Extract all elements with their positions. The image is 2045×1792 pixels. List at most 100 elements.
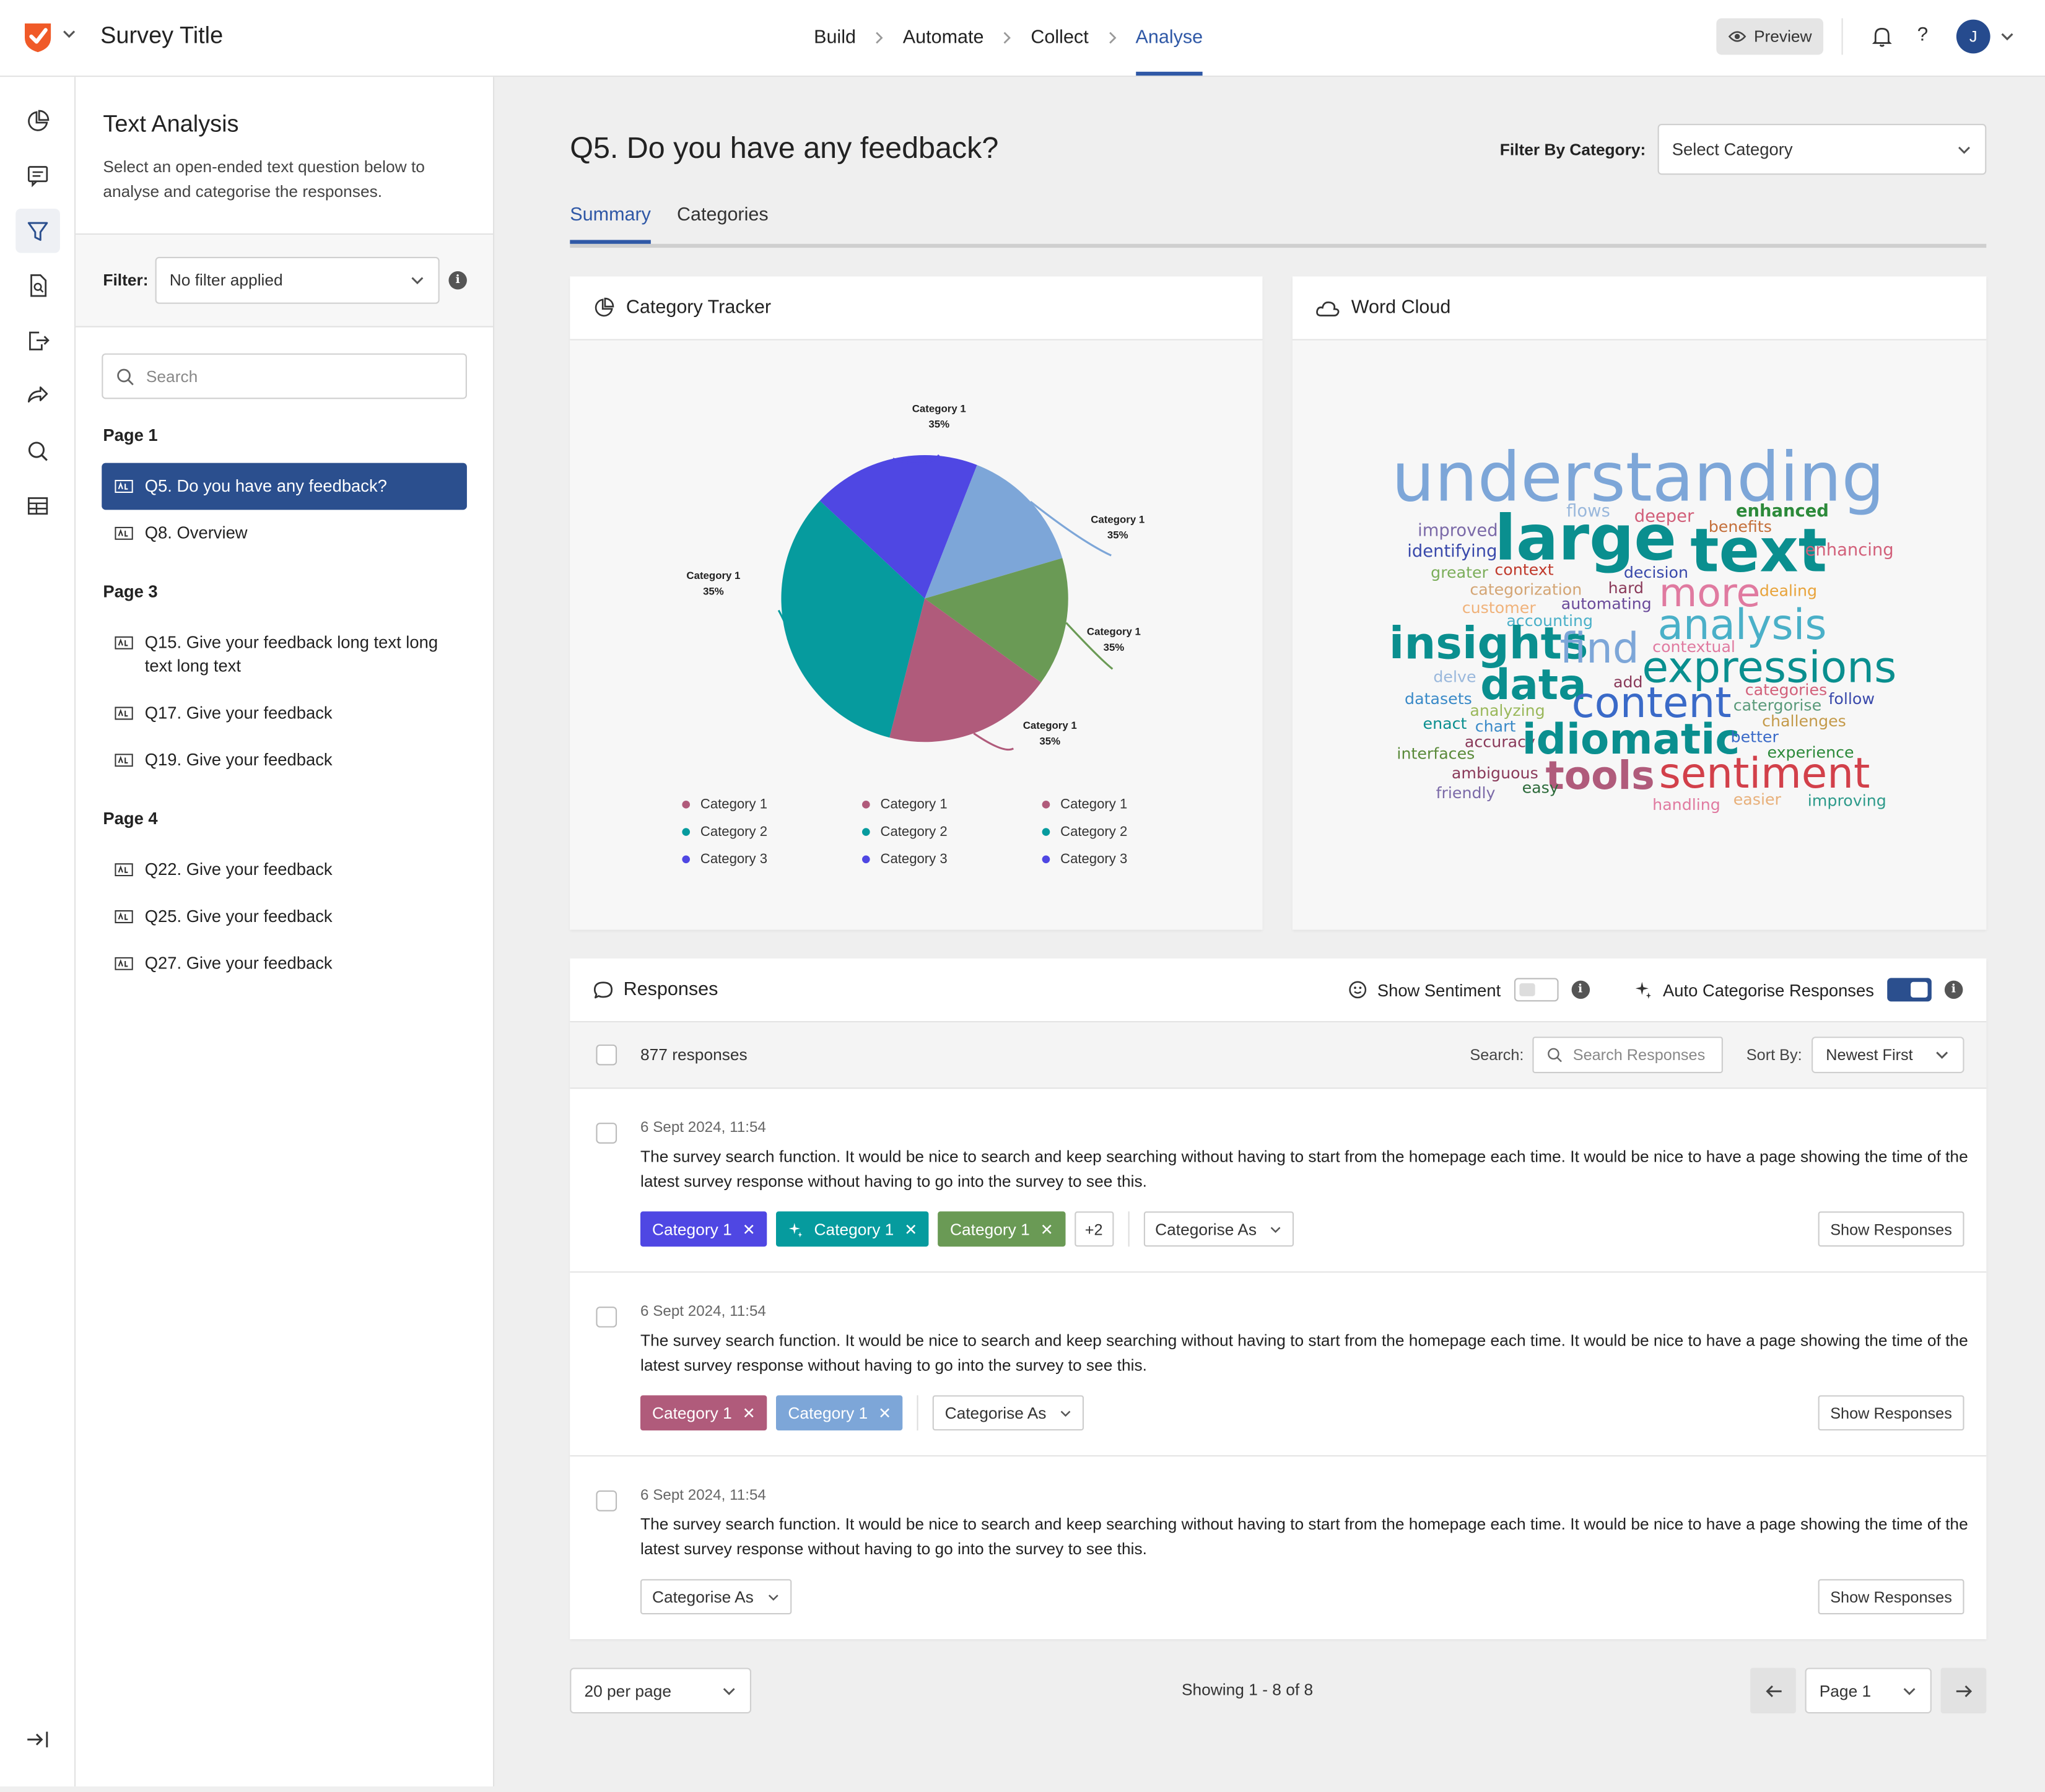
chevron-right-icon (1089, 32, 1136, 45)
next-page-button[interactable] (1940, 1668, 1987, 1714)
category-tag[interactable]: Category 1 ✕ (640, 1211, 767, 1247)
tab-summary[interactable]: Summary (570, 205, 651, 244)
app-logo-icon[interactable] (22, 20, 54, 54)
categorise-as-dropdown[interactable]: Categorise As (640, 1579, 791, 1615)
response-checkbox[interactable] (596, 1307, 617, 1328)
step-collect[interactable]: Collect (1031, 0, 1088, 76)
categorise-as-label: Categorise As (1155, 1220, 1257, 1238)
select-all-checkbox[interactable] (596, 1044, 617, 1066)
tag-label: Category 1 (950, 1220, 1030, 1238)
show-sentiment-toggle[interactable] (1514, 978, 1558, 1002)
tab-categories[interactable]: Categories (677, 205, 769, 240)
pie-chart-icon[interactable] (22, 106, 54, 137)
close-icon[interactable]: ✕ (1040, 1220, 1053, 1238)
category-filter-select[interactable]: Select Category (1657, 124, 1987, 175)
search-icon (117, 368, 134, 386)
chevron-down-icon (768, 1594, 778, 1600)
per-page-select[interactable]: 20 per page (570, 1668, 751, 1714)
text-field-icon (115, 707, 133, 720)
question-item-q17[interactable]: Q17. Give your feedback (102, 690, 467, 737)
previous-page-button[interactable] (1750, 1668, 1796, 1714)
card-title: Category Tracker (626, 297, 772, 318)
question-item-q27[interactable]: Q27. Give your feedback (102, 940, 467, 987)
close-icon[interactable]: ✕ (904, 1220, 917, 1238)
close-icon[interactable]: ✕ (743, 1404, 756, 1422)
document-search-icon[interactable] (22, 270, 54, 302)
word-cloud-card: Word Cloud understanding flows deeper en… (1292, 276, 1987, 930)
help-icon[interactable]: ? (1917, 24, 1929, 46)
sort-select[interactable]: Newest First (1812, 1037, 1964, 1074)
category-tag[interactable]: Category 1 ✕ (776, 1395, 904, 1431)
legend-swatch (682, 855, 691, 864)
search-responses-input[interactable]: Search Responses (1532, 1037, 1723, 1074)
preview-button[interactable]: Preview (1716, 18, 1824, 55)
question-item-q8[interactable]: Q8. Overview (102, 510, 467, 557)
filter-icon[interactable] (15, 208, 60, 253)
share-icon[interactable] (22, 380, 54, 411)
filter-by-category-label: Filter By Category: (1499, 141, 1646, 159)
response-checkbox[interactable] (596, 1123, 617, 1144)
info-icon[interactable]: i (1571, 980, 1590, 999)
close-icon[interactable]: ✕ (743, 1220, 756, 1238)
export-icon[interactable] (22, 324, 54, 356)
text-field-icon (115, 526, 133, 540)
show-responses-button[interactable]: Show Responses (1818, 1395, 1964, 1431)
auto-categorise-toggle-group: Auto Categorise Responses i (1634, 959, 1963, 1021)
filter-select[interactable]: No filter applied (155, 256, 440, 304)
chevron-down-icon[interactable] (61, 26, 77, 41)
info-icon[interactable]: i (1944, 980, 1963, 999)
bell-icon[interactable] (1870, 25, 1894, 48)
show-responses-button[interactable]: Show Responses (1818, 1211, 1964, 1247)
step-build[interactable]: Build (814, 0, 856, 76)
search-responses-placeholder: Search Responses (1572, 1045, 1706, 1064)
more-tags-button[interactable]: +2 (1074, 1211, 1114, 1247)
question-item-q15[interactable]: Q15. Give your feedback long text long t… (102, 619, 467, 690)
survey-title[interactable]: Survey Title (100, 22, 223, 50)
chevron-down-icon (723, 1687, 735, 1695)
legend-item: Category 1 (1042, 797, 1173, 812)
show-responses-button[interactable]: Show Responses (1818, 1579, 1964, 1615)
question-item-q5[interactable]: Q5. Do you have any feedback? (102, 463, 467, 510)
legend-item: Category 2 (1042, 824, 1173, 840)
search-icon[interactable] (22, 435, 54, 467)
legend-label: Category 2 (880, 824, 948, 840)
legend-item: Category 3 (861, 851, 1042, 868)
pie-chart: Category 1 35% Category 1 35% Category 1 35% C… (686, 402, 1145, 751)
category-tag-ai[interactable]: Category 1 ✕ (776, 1211, 930, 1247)
word-cloud-word: improved (1418, 521, 1498, 541)
step-automate[interactable]: Automate (903, 0, 984, 76)
info-icon[interactable]: i (448, 271, 467, 290)
category-tag[interactable]: Category 1 ✕ (938, 1211, 1065, 1247)
category-tags: Category 1 ✕ Category 1 ✕ Category 1 ✕ +2 C… (640, 1211, 1295, 1247)
text-field-icon (115, 479, 133, 494)
avatar[interactable]: J (1956, 19, 1990, 54)
response-row: 6 Sept 2024, 11:54 The survey search fun… (570, 1272, 1987, 1457)
close-icon[interactable]: ✕ (878, 1404, 891, 1422)
auto-categorise-toggle[interactable] (1886, 978, 1932, 1002)
chevron-down-icon[interactable] (1999, 28, 2015, 44)
response-checkbox[interactable] (596, 1490, 617, 1511)
legend-label: Category 3 (880, 851, 948, 868)
question-label: Q25. Give your feedback (144, 906, 333, 926)
table-icon[interactable] (22, 490, 54, 522)
chevron-right-icon (984, 32, 1031, 45)
question-item-q25[interactable]: Q25. Give your feedback (102, 894, 467, 941)
question-search-input[interactable]: Search (102, 353, 467, 399)
word-cloud-word: easy (1522, 778, 1559, 797)
slice-percent-label: 35% (703, 585, 724, 597)
categorise-as-dropdown[interactable]: Categorise As (933, 1395, 1084, 1431)
tag-label: Category 1 (652, 1404, 732, 1422)
collapse-sidebar-icon[interactable] (26, 1731, 50, 1755)
legend-swatch (861, 855, 870, 864)
page-select[interactable]: Page 1 (1805, 1668, 1932, 1714)
step-analyse[interactable]: Analyse (1135, 0, 1203, 76)
eye-icon (1728, 31, 1746, 42)
question-item-q19[interactable]: Q19. Give your feedback (102, 737, 467, 784)
category-tag[interactable]: Category 1 ✕ (640, 1395, 767, 1431)
categorise-as-dropdown[interactable]: Categorise As (1143, 1211, 1295, 1247)
word-cloud-word: friendly (1436, 783, 1496, 802)
legend-label: Category 2 (1060, 824, 1128, 840)
message-icon[interactable] (22, 160, 54, 192)
word-cloud-word: improving (1807, 791, 1886, 810)
question-item-q22[interactable]: Q22. Give your feedback (102, 846, 467, 894)
